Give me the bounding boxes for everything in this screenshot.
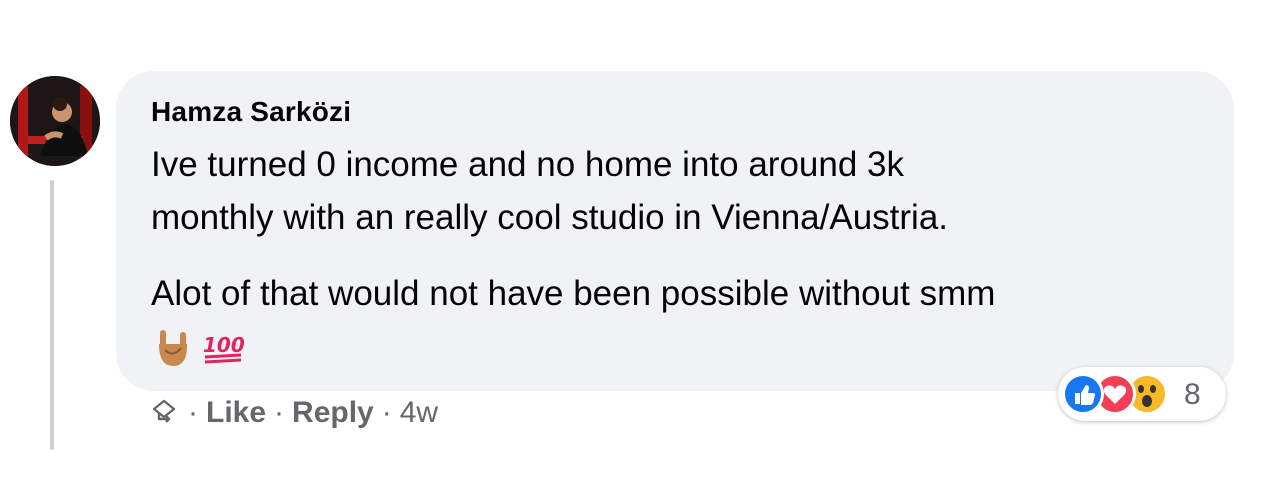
reaction-summary[interactable]: 8	[1058, 367, 1226, 421]
comment-emoji-row: 100	[155, 328, 245, 368]
like-reaction-icon	[1062, 373, 1104, 415]
comment-author-name[interactable]: Hamza Sarközi	[151, 96, 351, 128]
comment-text-line-3: Alot of that would not have been possibl…	[151, 274, 996, 313]
avatar-photo-icon	[10, 76, 100, 166]
separator: ·	[188, 396, 198, 429]
comment-text-line-1: Ive turned 0 income and no home into aro…	[151, 145, 904, 184]
comment-actions: · Like · Reply · 4w	[148, 396, 438, 430]
hundred-points-emoji-icon: 100	[203, 333, 245, 364]
separator: ·	[381, 396, 392, 429]
like-button[interactable]: Like	[206, 396, 266, 430]
reaction-count: 8	[1184, 378, 1201, 411]
avatar[interactable]	[10, 76, 100, 166]
edit-history-icon[interactable]	[148, 397, 180, 429]
svg-text:100: 100	[203, 333, 245, 357]
reply-button[interactable]: Reply	[292, 396, 374, 430]
comment-timestamp[interactable]: 4w	[400, 396, 438, 430]
sign-of-the-horns-emoji-icon	[159, 330, 187, 366]
separator: ·	[274, 396, 285, 429]
thread-line	[50, 180, 54, 450]
comment-text-line-2: monthly with an really cool studio in Vi…	[151, 198, 949, 237]
